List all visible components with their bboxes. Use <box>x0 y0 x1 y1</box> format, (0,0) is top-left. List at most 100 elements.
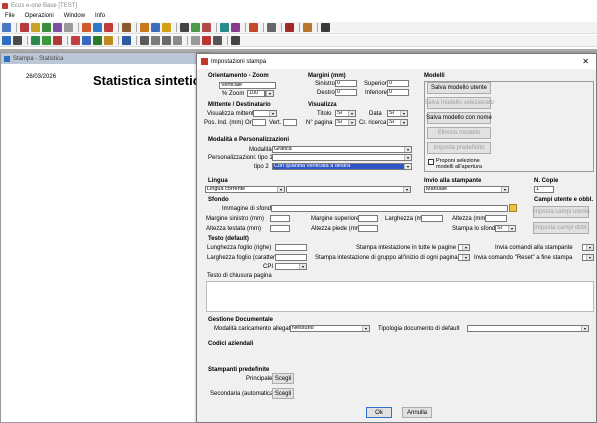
home-icon[interactable] <box>140 23 149 32</box>
pdf-icon[interactable] <box>202 36 211 45</box>
new-icon[interactable] <box>2 23 11 32</box>
titolo-select[interactable]: Si ▾ <box>335 110 356 117</box>
table-icon[interactable] <box>180 23 189 32</box>
intestazione-gruppo-select[interactable]: ▾ <box>458 254 470 261</box>
grid-icon[interactable] <box>267 23 276 32</box>
last-icon[interactable] <box>53 36 62 45</box>
tools-icon[interactable] <box>82 23 91 32</box>
ok-button[interactable]: Ok <box>366 407 392 418</box>
stats-icon[interactable] <box>162 23 171 32</box>
save-selected-model-button[interactable]: Salva modello selezionato <box>424 97 494 109</box>
doc-icon[interactable] <box>151 23 160 32</box>
lunghezza-input[interactable] <box>275 244 307 251</box>
proponi-checkbox[interactable] <box>428 159 434 165</box>
calc-icon[interactable] <box>93 23 102 32</box>
folder-browse-icon[interactable] <box>509 204 517 212</box>
tipo1-select[interactable]: ▾ <box>272 154 412 161</box>
tipo2-select[interactable]: Con quantità verificata a destra ▾ <box>272 163 412 170</box>
choose-principal-printer-button[interactable]: Scegli <box>272 373 294 384</box>
folder-icon[interactable] <box>31 23 40 32</box>
set-user-fields-button[interactable]: Imposta campi utente <box>532 206 590 218</box>
save-icon[interactable] <box>42 23 51 32</box>
view-icon[interactable] <box>151 36 160 45</box>
invio-select[interactable]: Manuale ▾ <box>424 186 509 193</box>
principale-label: Principale <box>246 376 273 382</box>
chart-icon[interactable] <box>191 23 200 32</box>
exit-icon[interactable] <box>321 23 330 32</box>
first-icon[interactable] <box>31 36 40 45</box>
mail-icon[interactable] <box>173 36 182 45</box>
stampa-sfondo-select[interactable]: Si ▾ <box>495 225 516 232</box>
refresh-icon[interactable] <box>13 36 22 45</box>
filter-icon[interactable] <box>71 36 80 45</box>
menu-window[interactable]: Window <box>59 13 90 19</box>
mittente-select[interactable]: ▾ <box>253 110 277 117</box>
attach-icon[interactable] <box>104 36 113 45</box>
margine-sx-input[interactable] <box>270 215 290 222</box>
back-icon[interactable] <box>2 36 11 45</box>
set-default-model-button[interactable]: Imposta predefinito <box>427 142 491 154</box>
close-icon[interactable]: ✕ <box>582 57 589 66</box>
settings-icon[interactable] <box>122 36 131 45</box>
npagina-select[interactable]: Si ▾ <box>335 119 356 126</box>
altezza-input[interactable] <box>485 215 507 222</box>
bolt-icon[interactable] <box>231 23 240 32</box>
immagine-input[interactable] <box>271 205 508 212</box>
zoom-icon[interactable] <box>162 36 171 45</box>
margin-right-input[interactable]: 0 <box>335 89 357 96</box>
delete-model-button[interactable]: Elimina modello <box>427 127 491 139</box>
invio-reset-select[interactable]: ▾ <box>582 254 594 261</box>
lingua-select[interactable]: Lingua corrente ▾ <box>205 186 285 193</box>
altezza-testata-input[interactable] <box>270 225 290 232</box>
zoom-input[interactable]: 100 <box>247 90 265 97</box>
margin-top-input[interactable]: 0 <box>387 80 409 87</box>
open-icon[interactable] <box>20 23 29 32</box>
ncopie-input[interactable]: 1 <box>534 186 554 193</box>
pos-vert-input[interactable] <box>283 119 297 126</box>
invio-heading: Invio alla stampante <box>424 178 482 184</box>
margine-sup-input[interactable] <box>358 215 378 222</box>
export-icon[interactable] <box>93 36 102 45</box>
lingua-secondary-select[interactable]: ▾ <box>286 186 411 193</box>
margin-bottom-input[interactable]: 0 <box>387 89 409 96</box>
printer-icon[interactable] <box>213 36 222 45</box>
larghezza-input[interactable] <box>421 215 443 222</box>
save-named-model-button[interactable]: Salva modello con nome <box>426 112 492 124</box>
check-icon[interactable] <box>220 23 229 32</box>
modalita-select[interactable]: Grafica ▾ <box>272 146 412 153</box>
print-icon[interactable] <box>53 23 62 32</box>
save-user-model-button[interactable]: Salva modello utente <box>427 82 491 94</box>
cpi-select[interactable]: ▾ <box>275 263 307 270</box>
report-icon[interactable] <box>202 23 211 32</box>
menu-operazioni[interactable]: Operazioni <box>20 13 59 19</box>
crricerca-select[interactable]: Si ▾ <box>387 119 408 126</box>
color-icon[interactable] <box>104 23 113 32</box>
next-icon[interactable] <box>42 36 51 45</box>
tipologia-select[interactable]: ▾ <box>467 325 589 332</box>
chiusura-textarea[interactable] <box>206 281 594 312</box>
folder-open-icon[interactable] <box>191 36 200 45</box>
gestione-modalita-select[interactable]: Nessuno ▾ <box>290 325 370 332</box>
calendar-icon[interactable] <box>303 23 312 32</box>
intestazione-select[interactable]: ▾ <box>458 244 470 251</box>
zoom-spinner[interactable]: ▾ <box>265 90 274 97</box>
invio-comandi-select[interactable]: ▾ <box>582 244 594 251</box>
menu-file[interactable]: File <box>0 13 20 19</box>
altezza-piede-input[interactable] <box>358 225 378 232</box>
tag-icon[interactable] <box>285 23 294 32</box>
list-icon[interactable] <box>140 36 149 45</box>
pos-oriz-input[interactable] <box>252 119 266 126</box>
larghezza-foglio-input[interactable] <box>275 254 307 261</box>
cancel-button[interactable]: Annulla <box>402 407 432 418</box>
sort-icon[interactable] <box>82 36 91 45</box>
margin-left-input[interactable]: 0 <box>335 80 357 87</box>
menu-info[interactable]: Info <box>90 13 110 19</box>
set-required-fields-button[interactable]: Imposta campi obbl. <box>533 222 589 234</box>
choose-secondary-printer-button[interactable]: Scegli <box>272 388 294 399</box>
person-icon[interactable] <box>249 23 258 32</box>
archive-icon[interactable] <box>122 23 131 32</box>
data-select[interactable]: Si ▾ <box>387 110 408 117</box>
delete-icon[interactable] <box>64 23 73 32</box>
orientation-select[interactable]: Verticale <box>219 82 276 89</box>
pin-icon[interactable] <box>231 36 240 45</box>
